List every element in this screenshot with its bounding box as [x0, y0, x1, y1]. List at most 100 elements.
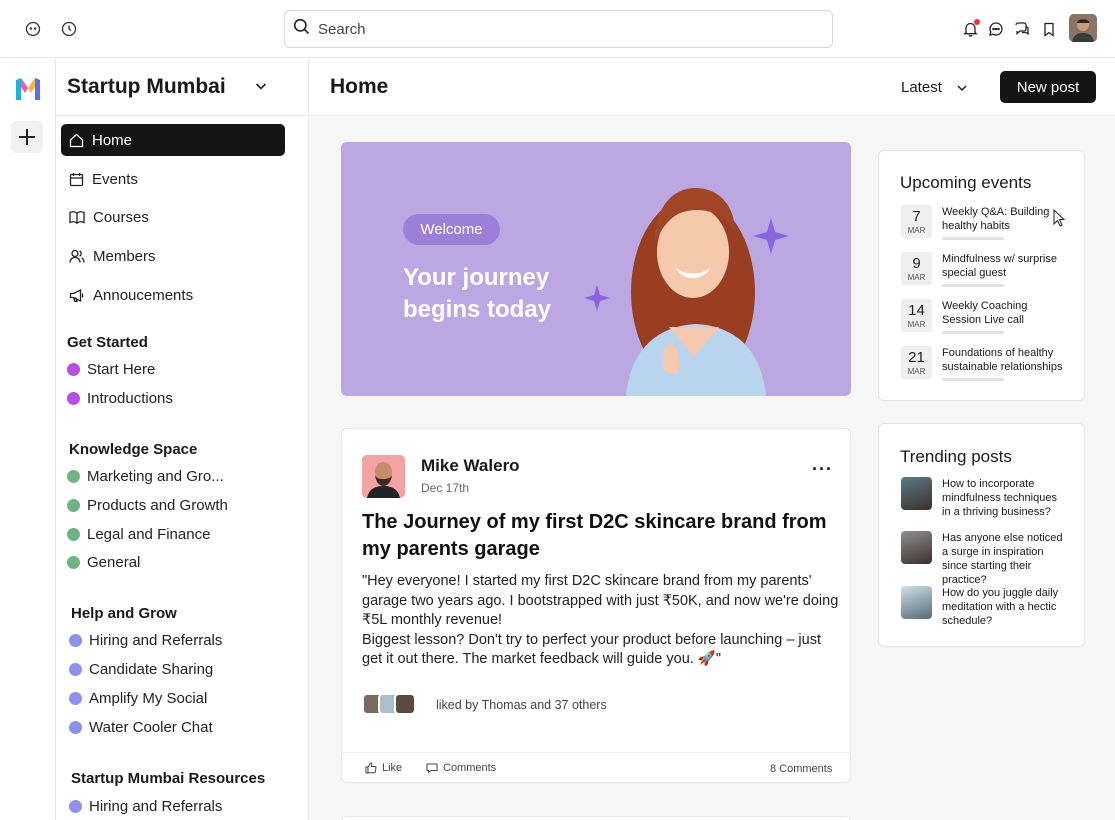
thumbs-up-icon [365, 762, 377, 774]
event-bar [942, 378, 1004, 381]
notification-badge [974, 19, 980, 25]
main-feed: Welcome Your journey begins today Mike W… [309, 116, 1115, 820]
avatar [901, 586, 932, 619]
community-name[interactable]: Startup Mumbai [67, 75, 226, 99]
space-dot-icon [67, 362, 80, 376]
sidebar-item-events[interactable]: Events [61, 163, 285, 195]
space-item-hiring[interactable]: Hiring and Referrals [69, 630, 222, 650]
upcoming-events-card: Upcoming events 7 MAR Weekly Q&A: Buildin… [878, 150, 1085, 401]
post-author[interactable]: Mike Walero [421, 456, 520, 476]
calendar-icon [69, 172, 84, 186]
space-dot-icon [67, 527, 80, 541]
space-label: Start Here [87, 360, 156, 378]
event-month: MAR [907, 319, 926, 329]
space-label: Water Cooler Chat [89, 718, 213, 736]
space-item-resources-hiring[interactable]: Hiring and Referrals [69, 796, 222, 816]
event-title: Foundations of healthy sustainable relat… [942, 347, 1063, 373]
divider [342, 752, 850, 753]
sidebar-item-label: Annoucements [93, 286, 194, 304]
space-label: Hiring and Referrals [89, 797, 223, 815]
liker-avatars[interactable] [362, 693, 416, 715]
sidebar-item-home[interactable]: Home [61, 124, 285, 156]
space-label: Hiring and Referrals [89, 631, 223, 649]
event-date: 9 MAR [901, 252, 932, 285]
event-item[interactable]: 7 MAR Weekly Q&A: Building healthy habits [901, 205, 1064, 240]
event-item[interactable]: 9 MAR Mindfulness w/ surprise special gue… [901, 252, 1064, 287]
sidebar-item-label: Courses [93, 208, 149, 226]
event-bar [942, 331, 1004, 334]
trending-item[interactable]: How do you juggle daily meditation with … [901, 586, 1067, 628]
space-dot-icon [67, 469, 80, 483]
chat-icon[interactable] [987, 20, 1005, 38]
trending-text: How to incorporate mindfulness technique… [942, 478, 1057, 518]
notification-bell-icon[interactable] [961, 19, 980, 38]
search-icon [293, 18, 310, 40]
event-day: 7 [912, 207, 921, 225]
trending-item[interactable]: How to incorporate mindfulness technique… [901, 477, 1067, 519]
like-button[interactable]: Like [365, 762, 402, 774]
page-header: Home Latest New post [309, 58, 1115, 116]
comments-label: Comments [443, 762, 497, 774]
space-item-amplify[interactable]: Amplify My Social [69, 688, 207, 708]
event-title: Mindfulness w/ surprise special guest [942, 253, 1057, 279]
sparkle-icon [584, 285, 610, 311]
space-item-water-cooler[interactable]: Water Cooler Chat [69, 717, 213, 737]
welcome-banner: Welcome Your journey begins today [341, 142, 851, 396]
event-date: 21 MAR [901, 346, 932, 379]
comments-button[interactable]: Comments [426, 762, 496, 774]
event-month: MAR [907, 272, 926, 282]
sidebar-item-label: Events [92, 170, 138, 188]
sidebar-item-courses[interactable]: Courses [61, 201, 285, 233]
search-input[interactable] [318, 20, 798, 38]
post-title[interactable]: The Journey of my first D2C skincare bra… [362, 509, 832, 563]
more-options-icon[interactable]: ··· [812, 459, 833, 480]
sort-dropdown[interactable]: Latest [901, 79, 968, 96]
event-day: 14 [908, 301, 925, 319]
bookmark-icon[interactable] [1040, 20, 1058, 38]
space-item-introductions[interactable]: Introductions [67, 388, 173, 408]
post-body: "Hey everyone! I started my first D2C sk… [362, 573, 839, 667]
messages-icon[interactable] [1013, 20, 1031, 38]
smiley-icon[interactable] [24, 20, 42, 38]
history-icon[interactable] [60, 20, 78, 38]
event-bar [942, 237, 1004, 240]
space-dot-icon [67, 555, 80, 569]
event-day: 9 [912, 254, 921, 272]
post-card[interactable]: Mike Walero Dec 17th ··· The Journey of … [341, 428, 851, 783]
sidebar: Startup Mumbai Home Events Courses Membe… [56, 58, 309, 820]
sidebar-item-members[interactable]: Members [61, 240, 285, 272]
event-item[interactable]: 14 MAR Weekly Coaching Session Live call [901, 299, 1064, 334]
post-card[interactable] [341, 816, 851, 820]
space-item-start-here[interactable]: Start Here [67, 359, 155, 379]
space-item-marketing[interactable]: Marketing and Gro... [67, 466, 224, 486]
sidebar-item-label: Home [92, 131, 133, 149]
avatar [901, 531, 932, 564]
space-item-legal[interactable]: Legal and Finance [67, 524, 210, 544]
user-avatar[interactable] [1069, 14, 1097, 42]
space-item-general[interactable]: General [67, 552, 140, 572]
new-post-button[interactable]: New post [1000, 71, 1096, 103]
divider [56, 115, 308, 116]
author-avatar[interactable] [362, 455, 405, 498]
space-dot-icon [69, 691, 82, 705]
event-title: Weekly Coaching Session Live call [942, 300, 1028, 326]
space-item-candidate[interactable]: Candidate Sharing [69, 659, 213, 679]
space-label: General [87, 553, 141, 571]
search-bar[interactable] [284, 10, 833, 48]
space-label: Products and Growth [87, 496, 228, 514]
space-label: Marketing and Gro... [87, 467, 224, 485]
event-item[interactable]: 21 MAR Foundations of healthy sustainable… [901, 346, 1064, 381]
space-item-products[interactable]: Products and Growth [67, 495, 228, 515]
trending-item[interactable]: Has anyone else noticed a surge in inspi… [901, 531, 1067, 587]
space-label: Amplify My Social [89, 689, 208, 707]
sidebar-item-announcements[interactable]: Annoucements [61, 279, 285, 311]
add-community-button[interactable] [11, 121, 43, 153]
event-date: 14 MAR [901, 299, 932, 332]
chevron-down-icon[interactable] [254, 79, 268, 93]
comment-count[interactable]: 8 Comments [770, 763, 832, 775]
home-icon [69, 133, 84, 147]
community-logo-icon[interactable] [14, 76, 42, 102]
post-date: Dec 17th [421, 481, 470, 495]
liked-by-text[interactable]: liked by Thomas and 37 others [436, 698, 607, 712]
space-label: Candidate Sharing [89, 660, 214, 678]
